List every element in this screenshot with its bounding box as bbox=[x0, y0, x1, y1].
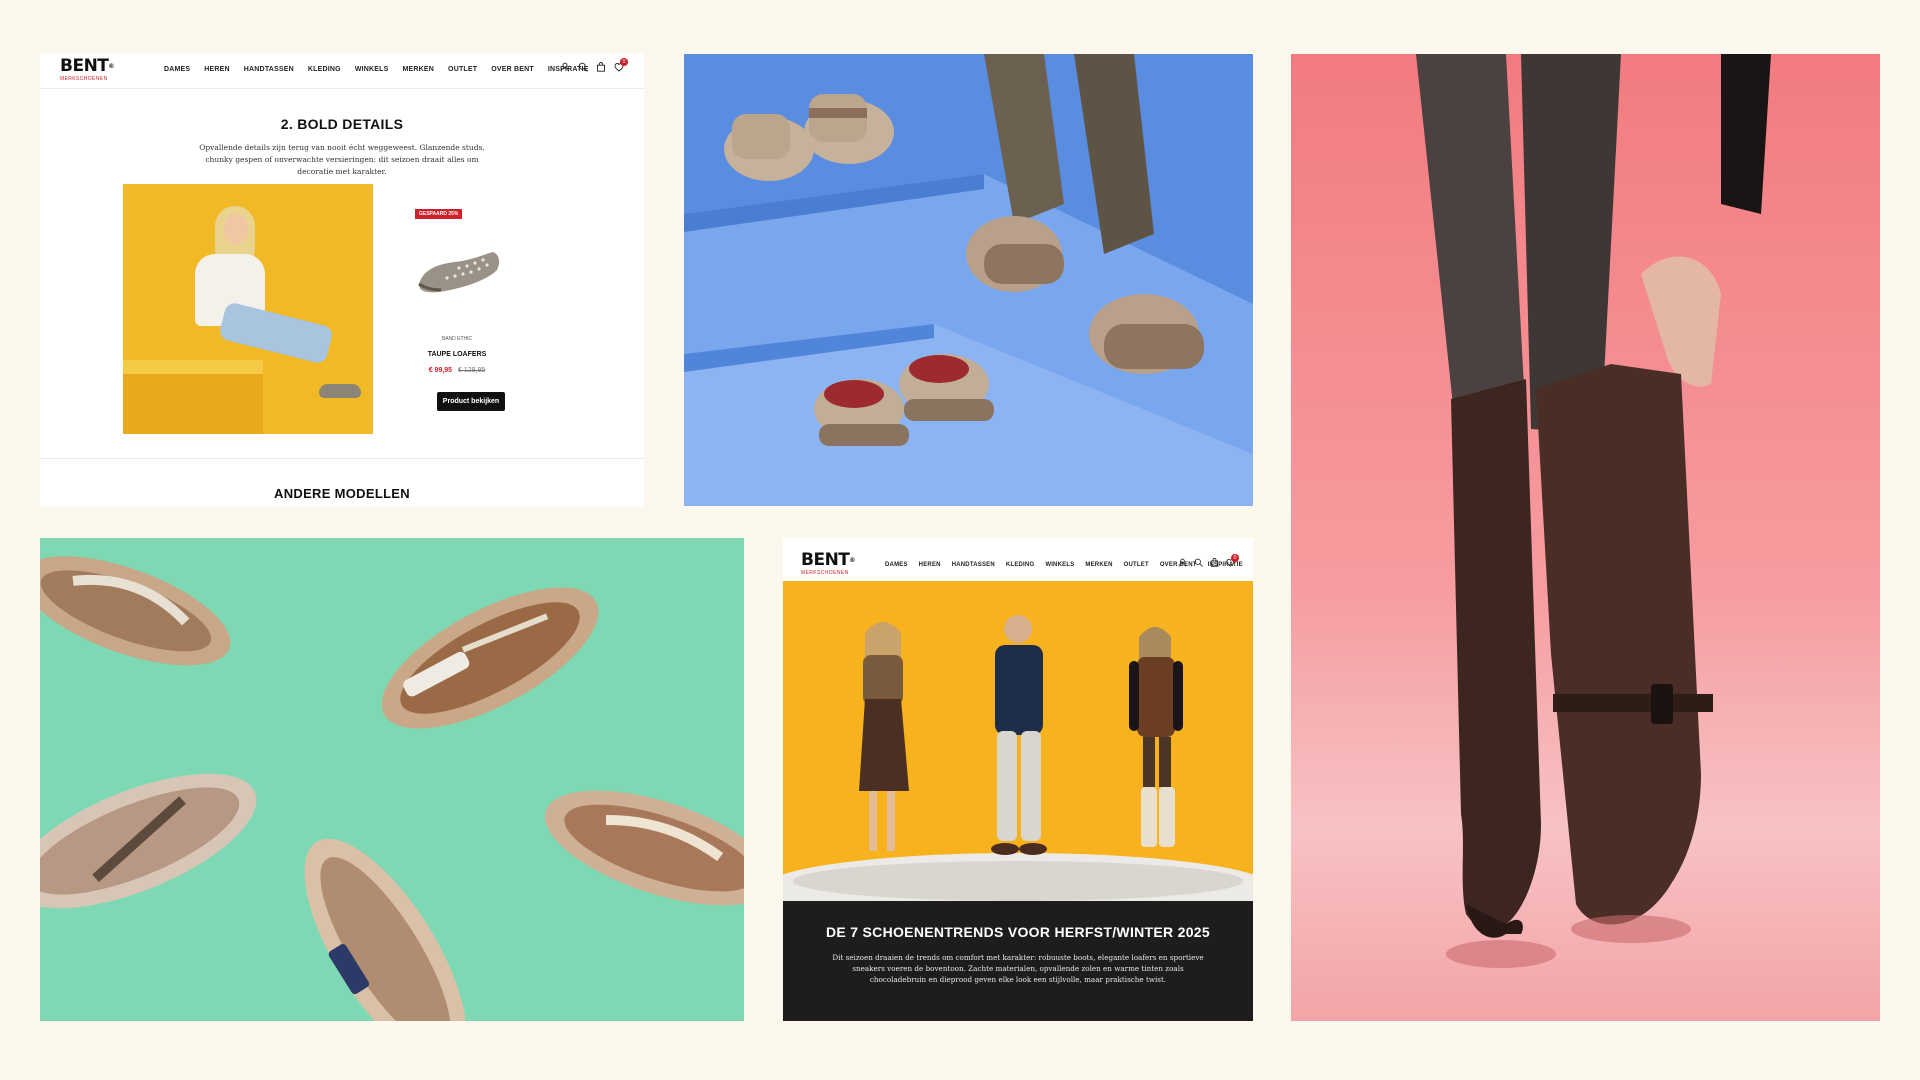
models-illustration bbox=[859, 615, 1183, 855]
menu-item-dames[interactable]: DAMES bbox=[164, 66, 190, 73]
trend-headline: DE 7 SCHOENENTRENDS VOOR HERFST/WINTER 2… bbox=[826, 924, 1210, 940]
site-header-trends: BENT® MERKSCHOENEN DAMES HEREN HANDTASSE… bbox=[783, 538, 1253, 581]
header-icons: 0 bbox=[560, 58, 628, 72]
cart-button[interactable]: 0 bbox=[1226, 554, 1239, 567]
menu-item-merken[interactable]: MERKEN bbox=[403, 66, 435, 73]
cart-count-badge: 0 bbox=[620, 58, 628, 66]
menu-item-merken[interactable]: MERKEN bbox=[1085, 562, 1112, 568]
steps-illustration bbox=[684, 54, 1253, 506]
trend-description: Dit seizoen draaien de trends om comfort… bbox=[832, 953, 1204, 984]
discount-badge: GESPAARD 25% bbox=[415, 209, 463, 219]
price-new: € 99,95 bbox=[428, 367, 453, 374]
logo-subtitle: MERKSCHOENEN bbox=[60, 76, 108, 82]
other-models-heading: ANDERE MODELLEN bbox=[274, 486, 410, 501]
logo-subtitle: MERKSCHOENEN bbox=[801, 570, 849, 576]
boots-illustration bbox=[1416, 54, 1771, 968]
user-icon[interactable] bbox=[560, 62, 570, 72]
cart-button[interactable]: 0 bbox=[614, 58, 628, 72]
bag-icon[interactable] bbox=[1210, 558, 1219, 567]
cart-count-badge: 0 bbox=[1231, 554, 1239, 562]
boots-on-steps-photo bbox=[684, 54, 1253, 506]
product-name[interactable]: TAUPE LOAFERS bbox=[392, 351, 522, 358]
main-menu: DAMES HEREN HANDTASSEN KLEDING WINKELS M… bbox=[164, 66, 589, 73]
menu-item-heren[interactable]: HEREN bbox=[204, 66, 230, 73]
riding-boots-photo bbox=[1291, 54, 1880, 1021]
hero-image bbox=[783, 581, 1253, 901]
model-photo bbox=[123, 184, 373, 434]
menu-item-kleding[interactable]: KLEDING bbox=[1006, 562, 1034, 568]
menu-item-over-bent[interactable]: OVER BENT bbox=[491, 66, 534, 73]
view-product-button[interactable]: Product bekijken bbox=[437, 392, 505, 411]
menu-item-handtassen[interactable]: HANDTASSEN bbox=[244, 66, 294, 73]
menu-item-handtassen[interactable]: HANDTASSEN bbox=[952, 562, 995, 568]
sneakers-on-mint-photo bbox=[40, 538, 744, 1021]
price-old: € 129,95 bbox=[458, 367, 486, 374]
divider bbox=[40, 458, 644, 459]
menu-item-winkels[interactable]: WINKELS bbox=[1045, 562, 1074, 568]
menu-item-outlet[interactable]: OUTLET bbox=[1124, 562, 1149, 568]
menu-item-heren[interactable]: HEREN bbox=[919, 562, 941, 568]
sneakers-illustration bbox=[40, 538, 744, 1021]
product-brand: BAND ETHIC bbox=[441, 336, 473, 342]
menu-item-winkels[interactable]: WINKELS bbox=[355, 66, 389, 73]
search-icon[interactable] bbox=[1194, 558, 1203, 567]
search-icon[interactable] bbox=[578, 62, 588, 72]
bag-icon[interactable] bbox=[596, 62, 606, 72]
bent-logo-trends[interactable]: BENT® MERKSCHOENEN bbox=[801, 550, 855, 577]
product-prices: € 99,95 € 129,95 bbox=[392, 367, 522, 374]
trends-page-screenshot: BENT® MERKSCHOENEN DAMES HEREN HANDTASSE… bbox=[783, 538, 1253, 1021]
bent-logo[interactable]: BENT® MERKSCHOENEN bbox=[60, 56, 114, 83]
site-header: BENT® MERKSCHOENEN DAMES HEREN HANDTASSE… bbox=[40, 54, 644, 89]
logo-text: BENT bbox=[60, 56, 109, 76]
menu-item-outlet[interactable]: OUTLET bbox=[448, 66, 477, 73]
logo-text: BENT bbox=[801, 550, 850, 570]
user-icon[interactable] bbox=[1178, 558, 1187, 567]
header-icons-trends: 0 bbox=[1178, 554, 1239, 567]
menu-item-kleding[interactable]: KLEDING bbox=[308, 66, 341, 73]
menu-item-dames[interactable]: DAMES bbox=[885, 562, 908, 568]
section-description: Opvallende details zijn terug van nooit … bbox=[199, 143, 485, 176]
section-title: 2. BOLD DETAILS bbox=[280, 116, 404, 132]
loafer-product-image[interactable] bbox=[415, 232, 501, 302]
product-page-screenshot: BENT® MERKSCHOENEN DAMES HEREN HANDTASSE… bbox=[40, 54, 644, 506]
